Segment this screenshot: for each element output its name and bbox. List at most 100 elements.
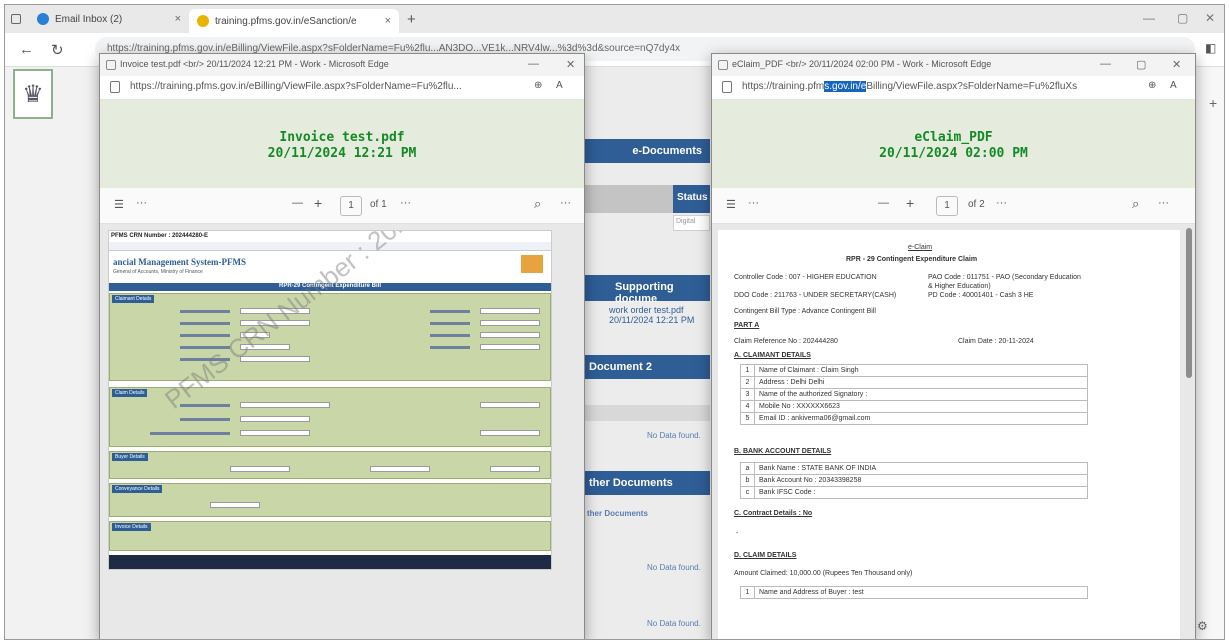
section-tag: Conveyance Details bbox=[112, 485, 163, 493]
document-2-label: Document 2 bbox=[589, 361, 652, 373]
taskbar-strip bbox=[109, 555, 551, 569]
contents-icon[interactable]: ☰ bbox=[726, 198, 736, 211]
form-field[interactable] bbox=[230, 466, 290, 472]
contract-details-heading: C. Contract Details : No bbox=[734, 510, 813, 517]
close-icon[interactable]: × bbox=[175, 13, 181, 25]
other-documents-link[interactable]: ther Documents bbox=[587, 509, 648, 518]
more-icon[interactable]: ··· bbox=[996, 197, 1007, 209]
document-title: eClaim_PDF bbox=[914, 130, 993, 145]
digital-signature-cell: Digital bbox=[673, 215, 710, 231]
section-tag: Claim Details bbox=[112, 389, 148, 397]
form-label bbox=[430, 334, 470, 337]
zoom-out-icon[interactable]: — bbox=[292, 197, 303, 209]
pdf-toolbar: ☰ ··· — + 1 of 2 ··· ⌕ ··· bbox=[712, 188, 1195, 224]
more-icon[interactable]: ··· bbox=[400, 197, 411, 209]
close-icon[interactable]: ✕ bbox=[1172, 58, 1181, 71]
more-icon[interactable]: ··· bbox=[748, 197, 759, 209]
page-count: of 2 bbox=[968, 199, 985, 210]
pdf-toolbar: ☰ ··· — + 1 of 1 ··· ⌕ ··· bbox=[100, 188, 584, 224]
add-icon[interactable]: + bbox=[1209, 95, 1217, 111]
zoom-in-icon[interactable]: + bbox=[906, 195, 914, 211]
new-tab-button[interactable]: + bbox=[399, 8, 424, 30]
bank-table: a Bank Name : STATE BANK OF INDIA b Bank A… bbox=[740, 462, 1088, 499]
back-icon[interactable]: ← bbox=[19, 41, 34, 58]
search-icon[interactable]: ⌕ bbox=[1132, 196, 1139, 212]
pfms-form-image: PFMS CRN Number : 202444280-E ancial Man… bbox=[108, 230, 552, 570]
doc-subheading: RPR - 29 Contingent Expenditure Claim bbox=[846, 256, 978, 263]
other-documents-header: ther Documents bbox=[585, 471, 710, 495]
pdf-viewer[interactable]: PFMS CRN Number : 202444280-E ancial Man… bbox=[100, 224, 584, 639]
url-strip bbox=[109, 242, 551, 251]
minimize-icon[interactable]: — bbox=[1143, 11, 1155, 25]
form-field[interactable] bbox=[480, 402, 540, 408]
page-info-icon bbox=[110, 81, 120, 93]
eclaim-edge-window: eClaim_PDF <br/> 20/11/2024 02:00 PM - W… bbox=[711, 53, 1196, 639]
row-number: 5 bbox=[740, 412, 755, 425]
supporting-documents-header: Supporting docume bbox=[585, 275, 710, 305]
refresh-icon[interactable]: ↻ bbox=[51, 41, 64, 59]
zoom-out-icon[interactable]: — bbox=[878, 197, 889, 209]
zoom-icon[interactable]: ⊕ bbox=[1148, 80, 1156, 91]
address-bar[interactable]: https://training.pfms.gov.in/eBilling/Vi… bbox=[712, 76, 1195, 100]
row-text: Email ID : ankiverma06@gmail.com bbox=[754, 412, 1088, 425]
table-row: 1 Name of Claimant : Claim Singh bbox=[740, 364, 1088, 377]
table-row: 5 Email ID : ankiverma06@gmail.com bbox=[740, 412, 1088, 425]
zoom-in-icon[interactable]: + bbox=[314, 195, 322, 211]
crn-label: PFMS CRN Number : 202444280-E bbox=[111, 233, 209, 239]
window-title-text: eClaim_PDF <br/> 20/11/2024 02:00 PM - W… bbox=[732, 59, 992, 69]
row-text: Address : Delhi Delhi bbox=[754, 376, 1088, 389]
pd-code: PD Code : 40001401 - Cash 3 HE bbox=[928, 292, 1034, 299]
more-icon[interactable]: ··· bbox=[560, 197, 571, 209]
pdf-viewer[interactable]: e-Claim RPR - 29 Contingent Expenditure … bbox=[712, 224, 1195, 639]
form-field[interactable] bbox=[240, 402, 330, 408]
tab-email-inbox[interactable]: Email Inbox (2) × bbox=[29, 8, 189, 30]
scrollbar[interactable] bbox=[1186, 228, 1192, 378]
read-aloud-icon[interactable]: A bbox=[556, 80, 563, 91]
sidebar-icon[interactable]: ◧ bbox=[1205, 41, 1216, 55]
url-text: https://training.pfms.gov.in/eBilling/Vi… bbox=[130, 81, 462, 92]
tab-training-pfms[interactable]: training.pfms.gov.in/eSanction/e × bbox=[189, 9, 399, 33]
row-number: 3 bbox=[740, 388, 755, 401]
contents-icon[interactable]: ☰ bbox=[114, 198, 124, 211]
form-field[interactable] bbox=[240, 416, 310, 422]
form-field[interactable] bbox=[490, 466, 540, 472]
close-window-icon[interactable]: ✕ bbox=[1205, 11, 1215, 25]
bill-type: Contingent Bill Type : Advance Contingen… bbox=[734, 308, 876, 315]
form-field[interactable] bbox=[480, 308, 540, 314]
form-field[interactable] bbox=[480, 320, 540, 326]
tab-actions-icon[interactable] bbox=[5, 8, 29, 30]
form-field[interactable] bbox=[370, 466, 430, 472]
form-field[interactable] bbox=[240, 430, 310, 436]
page-number-input[interactable]: 1 bbox=[936, 196, 958, 216]
close-icon[interactable]: ✕ bbox=[566, 58, 575, 71]
document-title: Invoice test.pdf bbox=[279, 130, 405, 145]
form-field[interactable] bbox=[480, 332, 540, 338]
no-data-text: No Data found. bbox=[647, 431, 701, 440]
address-bar[interactable]: https://training.pfms.gov.in/eBilling/Vi… bbox=[100, 76, 584, 100]
work-order-filename: work order test.pdf bbox=[609, 305, 684, 315]
document-header: Invoice test.pdf 20/11/2024 12:21 PM bbox=[100, 100, 584, 188]
page-number-input[interactable]: 1 bbox=[340, 196, 362, 216]
more-icon[interactable]: ··· bbox=[136, 197, 147, 209]
read-aloud-icon[interactable]: A bbox=[1170, 80, 1177, 91]
invoice-edge-window: Invoice test.pdf <br/> 20/11/2024 12:21 … bbox=[99, 53, 585, 639]
row-number: b bbox=[740, 474, 755, 487]
part-a-heading: PART A bbox=[734, 322, 760, 329]
settings-icon[interactable]: ⚙ bbox=[1197, 619, 1208, 633]
form-label bbox=[180, 334, 230, 337]
page-icon bbox=[106, 60, 116, 70]
minimize-icon[interactable]: — bbox=[528, 58, 539, 70]
search-icon[interactable]: ⌕ bbox=[534, 196, 541, 212]
close-icon[interactable]: × bbox=[385, 15, 391, 27]
form-field[interactable] bbox=[210, 502, 260, 508]
restore-icon[interactable]: ▢ bbox=[1177, 11, 1188, 25]
form-label bbox=[430, 310, 470, 313]
form-field[interactable] bbox=[480, 430, 540, 436]
more-icon[interactable]: ··· bbox=[1158, 197, 1169, 209]
form-label bbox=[180, 322, 230, 325]
work-order-link[interactable]: work order test.pdf 20/11/2024 12:21 PM bbox=[605, 302, 710, 328]
zoom-icon[interactable]: ⊕ bbox=[534, 80, 542, 91]
minimize-icon[interactable]: — bbox=[1100, 58, 1111, 70]
form-field[interactable] bbox=[480, 344, 540, 350]
restore-icon[interactable]: ▢ bbox=[1136, 58, 1146, 71]
